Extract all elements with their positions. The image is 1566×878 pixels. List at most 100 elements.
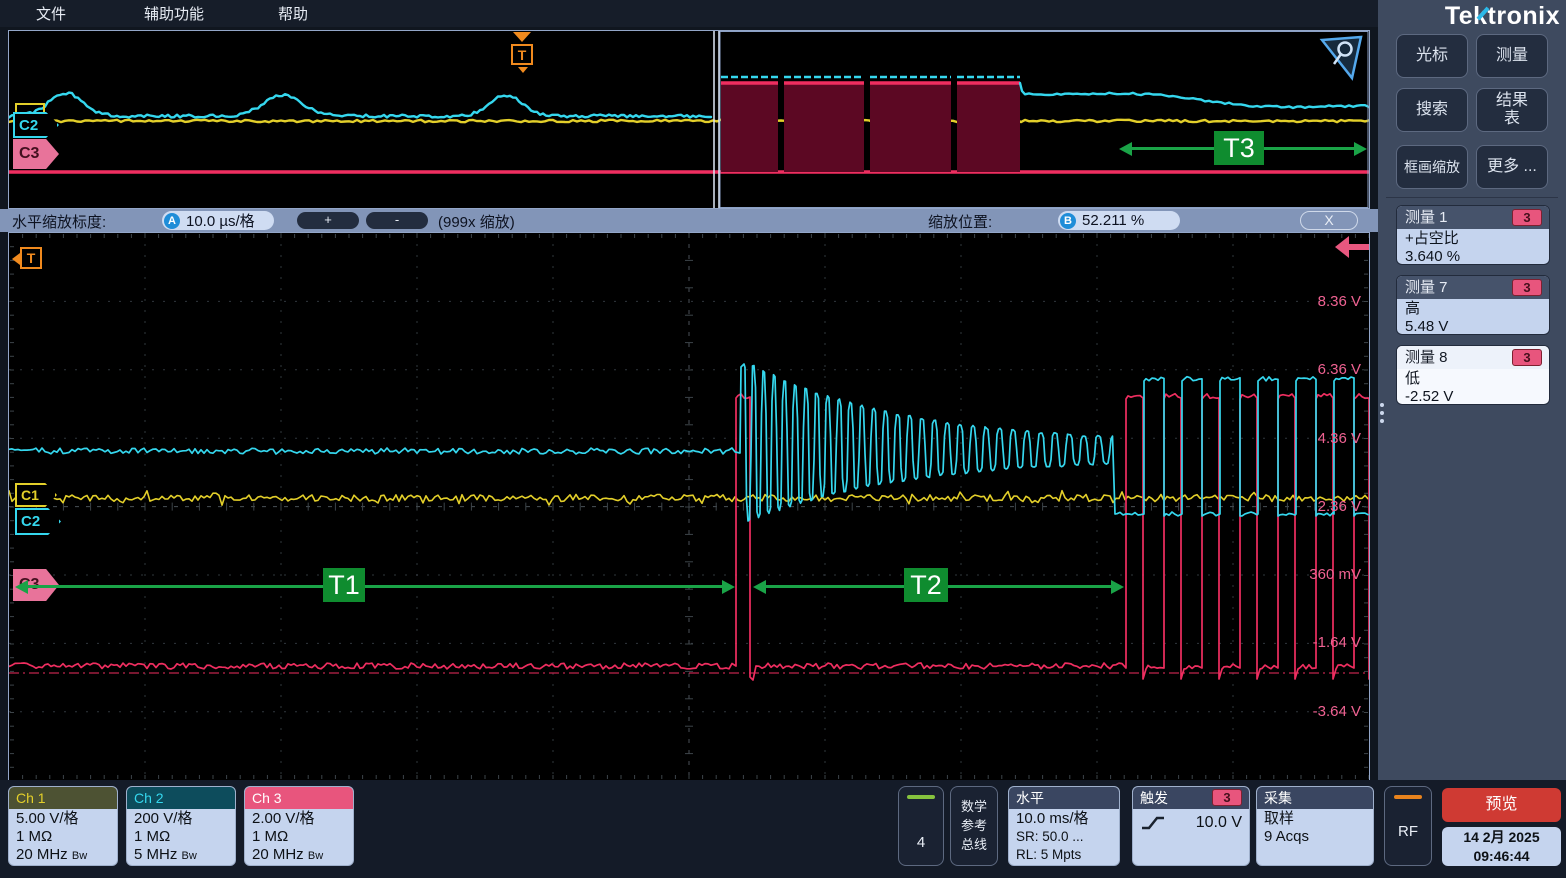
channel2-badge[interactable]: Ch 2 200 V/格 1 MΩ 5 MHz Bw (126, 786, 236, 866)
main-graticule: T C1 C2 C3 T1 T2 8.36 V 6.36 V 4.36 V 2.… (8, 232, 1370, 781)
zoom-control-bar: 水平缩放标度: A 10.0 µs/格 + - (999x 缩放) 缩放位置: … (0, 209, 1378, 232)
trigger-marker-overview[interactable]: T (511, 44, 533, 65)
measurement-name: +占空比 (1405, 230, 1541, 248)
measurement-value: 3.640 % (1405, 248, 1541, 265)
zoom-in-button[interactable]: + (297, 212, 359, 229)
overview-waveforms (9, 31, 1369, 208)
math-ref-bus-button[interactable]: 数学 参考 总线 (950, 786, 998, 866)
rising-edge-icon (1140, 814, 1166, 832)
measurement-badge-8[interactable]: 测量 8 3 低 -2.52 V (1396, 345, 1550, 405)
voltage-label-3: 4.36 V (1291, 430, 1361, 447)
source-badge: 3 (1512, 209, 1542, 226)
trigger-indicator-arrow (12, 253, 20, 265)
tektronix-logo: Tektronix (1445, 2, 1560, 31)
voltage-label-1: 8.36 V (1291, 293, 1361, 310)
trigger-badge[interactable]: 触发 3 10.0 V (1132, 786, 1250, 866)
zoom-scale-label: 水平缩放标度: (12, 211, 106, 232)
ch3-scale: 2.00 V/格 (252, 810, 346, 828)
bottom-bar: Ch 1 5.00 V/格 1 MΩ 20 MHz Bw Ch 2 200 V/… (0, 780, 1566, 878)
channel3-badge[interactable]: Ch 3 2.00 V/格 1 MΩ 20 MHz Bw (244, 786, 354, 866)
oscilloscope-screen: 文件 辅助功能 帮助 Tektronix 光标 测量 搜索 结果表 框画缩放 更… (0, 0, 1566, 878)
horizontal-scale: 10.0 ms/格 (1016, 810, 1112, 828)
measurement-title: 测量 1 (1405, 209, 1448, 226)
t2-label: T2 (904, 568, 948, 602)
trigger-level-arrow (1335, 236, 1349, 258)
zoom-tool-icon[interactable] (1319, 34, 1365, 82)
trigger-header: 触发 3 (1133, 787, 1249, 809)
time-label: 09:46:44 (1442, 847, 1561, 866)
ch1-scale: 5.00 V/格 (16, 810, 110, 828)
draw-zoom-button[interactable]: 框画缩放 (1396, 145, 1468, 189)
multipurpose-a-badge: A (164, 213, 180, 229)
trigger-source-badge: 3 (1212, 789, 1242, 806)
ch2-scale: 200 V/格 (134, 810, 228, 828)
date-label: 14 2月 2025 (1442, 828, 1561, 847)
ch2-impedance: 1 MΩ (134, 828, 228, 846)
t1-label: T1 (323, 568, 365, 602)
search-button[interactable]: 搜索 (1396, 88, 1468, 132)
panel-drag-handle[interactable] (1380, 399, 1386, 431)
trigger-marker-main[interactable]: T (20, 247, 42, 269)
rf-label: RF (1385, 823, 1431, 840)
menu-utility[interactable]: 辅助功能 (144, 3, 204, 24)
ch2-bandwidth: 5 MHz Bw (134, 846, 228, 865)
channel1-badge[interactable]: Ch 1 5.00 V/格 1 MΩ 20 MHz Bw (8, 786, 118, 866)
zoom-out-button[interactable]: - (366, 212, 428, 229)
more-button[interactable]: 更多 ... (1476, 145, 1548, 189)
zoom-scale-value[interactable]: A 10.0 µs/格 (162, 211, 274, 230)
trigger-marker-pointer (518, 67, 528, 73)
t1-arrow (28, 585, 722, 588)
t3-label: T3 (1214, 131, 1264, 165)
measurement-badge-7[interactable]: 测量 7 3 高 5.48 V (1396, 275, 1550, 335)
trigger-position-icon[interactable] (513, 32, 531, 42)
menu-bar: 文件 辅助功能 帮助 (0, 0, 1378, 27)
measurement-value: -2.52 V (1405, 388, 1541, 405)
voltage-label-6: -1.64 V (1291, 634, 1361, 651)
acquisition-mode: 取样 (1264, 810, 1366, 828)
ch1-impedance: 1 MΩ (16, 828, 110, 846)
source-badge: 3 (1512, 349, 1542, 366)
preview-button[interactable]: 预览 (1442, 788, 1561, 822)
acquisition-count: 9 Acqs (1264, 828, 1366, 846)
sidebar: Tektronix 光标 测量 搜索 结果表 框画缩放 更多 ... 测量 1 … (1378, 0, 1566, 782)
results-table-button[interactable]: 结果表 (1476, 88, 1548, 132)
measurement-value: 5.48 V (1405, 318, 1541, 335)
channel3-header: Ch 3 (245, 787, 353, 809)
digital-channels-button[interactable]: 4 (898, 786, 944, 866)
zoom-close-button[interactable]: X (1300, 211, 1358, 230)
trigger-level-arrow-stub (1347, 244, 1369, 250)
measurement-title: 测量 8 (1405, 349, 1448, 366)
rf-button[interactable]: RF (1384, 786, 1432, 866)
multipurpose-b-badge: B (1060, 213, 1076, 229)
rf-color-line (1394, 795, 1422, 799)
record-length: RL: 5 Mpts (1016, 846, 1112, 864)
ref-label: 参考 (951, 816, 997, 835)
ch1-bandwidth: 20 MHz Bw (16, 846, 110, 865)
ch3-impedance: 1 MΩ (252, 828, 346, 846)
digital-color-line (907, 795, 935, 799)
horizontal-header: 水平 (1009, 787, 1119, 809)
sample-rate: SR: 50.0 ... (1016, 828, 1112, 846)
channel1-header: Ch 1 (9, 787, 117, 809)
acquisition-header: 采集 (1257, 787, 1373, 809)
zoom-position-value[interactable]: B 52.211 % (1058, 211, 1180, 230)
menu-file[interactable]: 文件 (36, 3, 66, 24)
voltage-label-4: 2.36 V (1291, 498, 1361, 515)
bus-label: 总线 (951, 835, 997, 854)
measure-button[interactable]: 测量 (1476, 34, 1548, 78)
measurement-name: 高 (1405, 300, 1541, 318)
channel2-header: Ch 2 (127, 787, 235, 809)
datetime-badge: 14 2月 2025 09:46:44 (1442, 827, 1561, 866)
cursors-button[interactable]: 光标 (1396, 34, 1468, 78)
menu-help[interactable]: 帮助 (278, 3, 308, 24)
ch3-bandwidth: 20 MHz Bw (252, 846, 346, 865)
voltage-label-5: 360 mV (1291, 566, 1361, 583)
math-label: 数学 (951, 797, 997, 816)
acquisition-badge[interactable]: 采集 取样 9 Acqs (1256, 786, 1374, 866)
sidebar-divider (1386, 197, 1558, 198)
measurement-title: 测量 7 (1405, 279, 1448, 296)
trigger-level: 10.0 V (1196, 814, 1242, 832)
main-waveforms (9, 233, 1369, 780)
horizontal-badge[interactable]: 水平 10.0 ms/格 SR: 50.0 ... RL: 5 Mpts (1008, 786, 1120, 866)
measurement-badge-1[interactable]: 测量 1 3 +占空比 3.640 % (1396, 205, 1550, 265)
